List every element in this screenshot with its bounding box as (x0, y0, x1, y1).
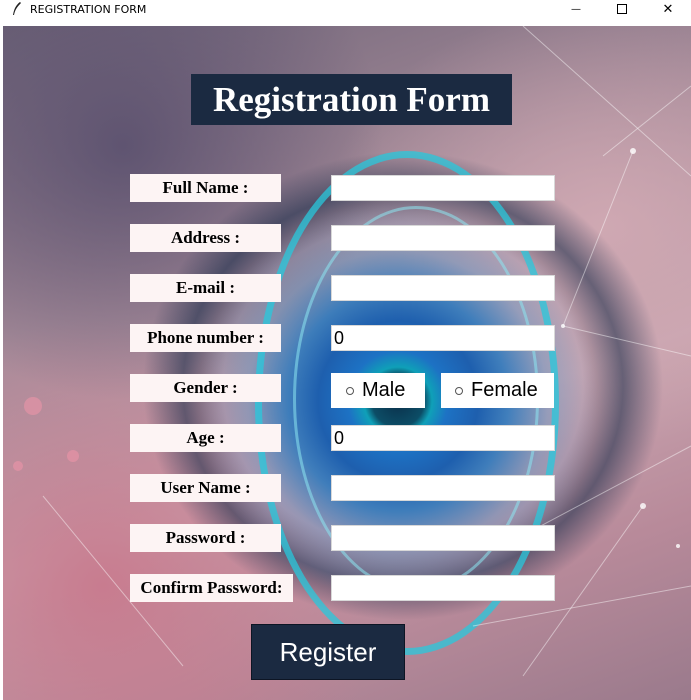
gender-female-label: Female (471, 379, 538, 401)
password-label: Password : (130, 524, 281, 552)
age-label: Age : (130, 424, 281, 452)
window-title: REGISTRATION FORM (30, 2, 147, 16)
address-label: Address : (130, 224, 281, 252)
gender-female-radio[interactable]: Female (441, 373, 554, 408)
register-button[interactable]: Register (251, 624, 405, 680)
username-label: User Name : (130, 474, 281, 502)
maximize-button[interactable] (599, 0, 645, 18)
password-input[interactable] (331, 525, 555, 551)
gender-male-radio[interactable]: Male (331, 373, 425, 408)
full-name-label: Full Name : (130, 174, 281, 202)
confirm-password-input[interactable] (331, 575, 555, 601)
close-button[interactable]: ✕ (645, 0, 691, 18)
form-title: Registration Form (191, 74, 512, 125)
full-name-input[interactable] (331, 175, 555, 201)
age-input[interactable] (331, 425, 555, 451)
confirm-password-label: Confirm Password: (130, 574, 293, 602)
minimize-icon: — (571, 3, 581, 15)
gender-label: Gender : (130, 374, 281, 402)
email-label: E-mail : (130, 274, 281, 302)
feather-icon (10, 2, 24, 16)
email-input[interactable] (331, 275, 555, 301)
gender-male-label: Male (362, 379, 406, 401)
address-input[interactable] (331, 225, 555, 251)
username-input[interactable] (331, 475, 555, 501)
radio-button-icon (455, 386, 463, 395)
close-icon: ✕ (662, 1, 674, 17)
window-titlebar: REGISTRATION FORM — ✕ (0, 0, 691, 18)
square-icon (617, 4, 627, 14)
minimize-button[interactable]: — (553, 0, 599, 18)
phone-number-input[interactable] (331, 325, 555, 351)
phone-number-label: Phone number : (130, 324, 281, 352)
radio-button-icon (346, 386, 354, 395)
